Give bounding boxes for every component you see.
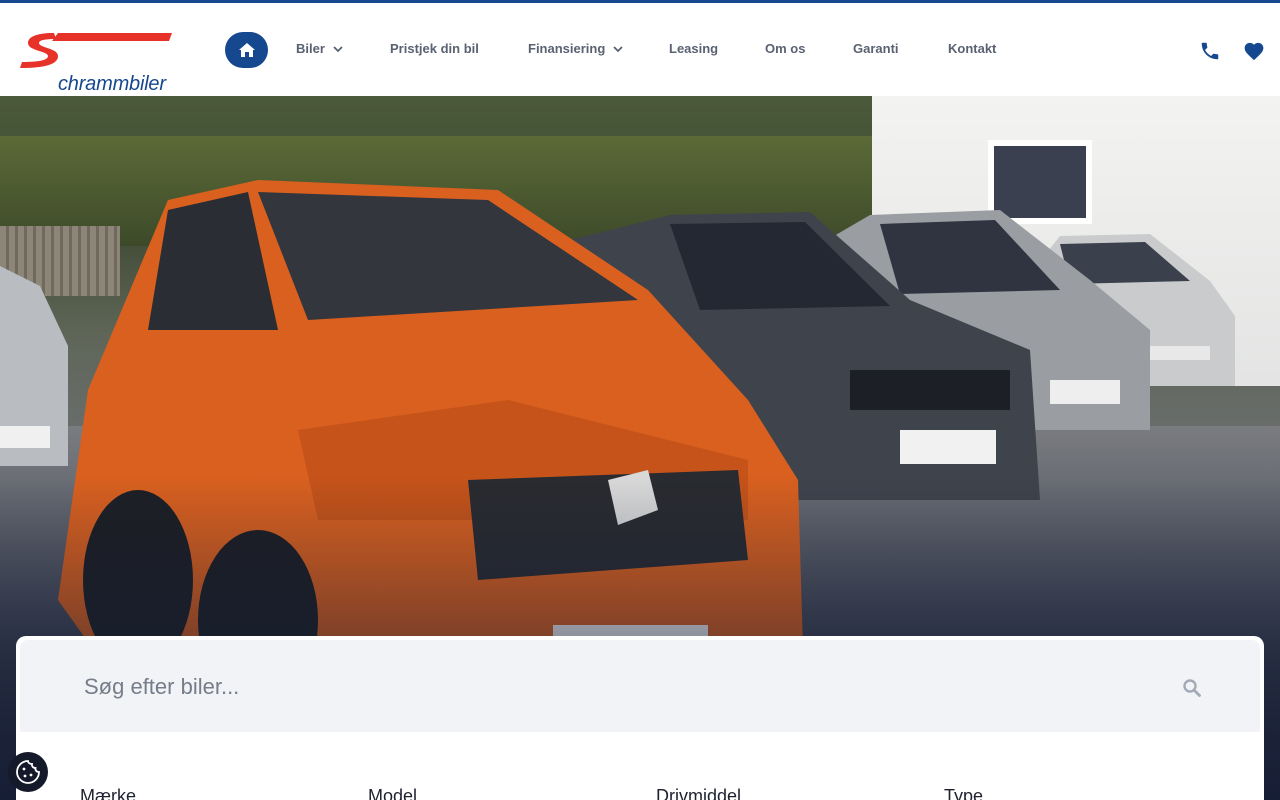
chevron-down-icon [333,45,343,52]
search-input[interactable]: Søg efter biler... [20,640,1260,732]
nav-label: Kontakt [948,41,997,56]
nav-item-pristjek[interactable]: Pristjek din bil [390,41,479,56]
heart-icon [1244,42,1264,61]
filter-label-maerke: Mærke [80,786,137,800]
chevron-down-icon [613,45,623,52]
search-icon[interactable] [1182,678,1202,698]
home-icon [238,43,255,57]
cookie-settings-button[interactable] [8,752,48,792]
nav-label: Garanti [853,41,899,56]
nav-item-biler[interactable]: Biler [296,41,344,56]
filter-label-model: Model [368,786,418,800]
nav-item-om-os[interactable]: Om os [765,41,805,56]
phone-button[interactable] [1198,39,1222,63]
nav-item-leasing[interactable]: Leasing [669,41,718,56]
nav-label: Leasing [669,41,719,56]
logo-mark [20,33,172,68]
nav-label: Finansiering [528,41,606,56]
cookie-icon [16,760,40,784]
favorites-button[interactable] [1242,39,1266,63]
schrammbiler-logo[interactable]: chrammbiler [18,29,174,95]
search-panel: Søg efter biler... Mærke Model Drivmidde… [16,636,1264,800]
filter-label-type: Type [944,786,984,800]
site-header: chrammbiler Biler Pristjek din bil Finan… [0,3,1280,96]
home-button[interactable] [225,32,268,68]
nav-label: Pristjek din bil [390,41,479,56]
nav-item-finansiering[interactable]: Finansiering [528,41,624,56]
nav-label: Om os [765,41,806,56]
search-placeholder: Søg efter biler... [84,674,240,699]
logo-text: chrammbiler [58,73,166,95]
filter-label-drivmiddel: Drivmiddel [656,786,742,800]
phone-icon [1201,42,1219,60]
nav-item-garanti[interactable]: Garanti [853,41,899,56]
nav-item-kontakt[interactable]: Kontakt [948,41,996,56]
nav-label: Biler [296,41,325,56]
